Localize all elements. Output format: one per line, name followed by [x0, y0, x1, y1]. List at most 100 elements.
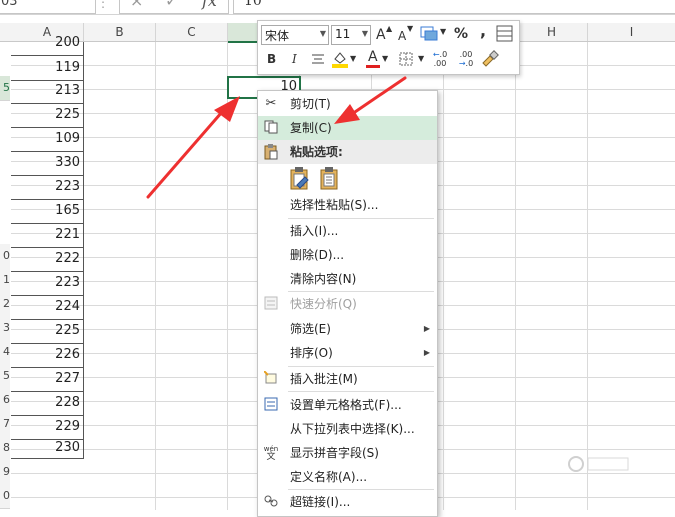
table-row[interactable]: 225 [11, 103, 83, 128]
row-number[interactable]: 9 [0, 460, 10, 485]
menu-item-pick-from-list[interactable]: 从下拉列表中选择(K)... [258, 417, 437, 441]
borders-icon[interactable] [398, 51, 414, 67]
bold-button[interactable]: B [267, 52, 276, 66]
table-row[interactable]: 222 [11, 247, 83, 272]
grow-font-button[interactable]: A [376, 27, 386, 43]
menu-item-quick-analysis: 快速分析(Q) [258, 292, 437, 316]
table-row[interactable]: 225 [11, 319, 83, 344]
paste-icon [263, 144, 279, 160]
menu-item-paste-special[interactable]: 选择性粘贴(S)... [258, 193, 437, 217]
table-row[interactable]: 228 [11, 391, 83, 416]
row-number[interactable]: 2 [0, 292, 10, 317]
menu-item-label: 插入(I)... [290, 224, 339, 238]
table-row[interactable]: 223 [11, 271, 83, 296]
paste-formatting-icon[interactable] [289, 167, 309, 190]
decrease-decimal-button[interactable]: .00 →.0 [456, 50, 476, 68]
format-painter-icon[interactable] [480, 49, 500, 69]
italic-button[interactable]: I [292, 52, 297, 66]
table-row[interactable]: 224 [11, 295, 83, 320]
font-color-icon[interactable]: A [366, 49, 380, 69]
enter-icon[interactable]: ✓ [165, 0, 178, 10]
column-header-b[interactable]: B [84, 23, 156, 41]
name-box[interactable]: 03 [0, 0, 96, 14]
column-header-i[interactable]: I [588, 23, 675, 41]
cell-value: 225 [55, 107, 80, 122]
percent-style-button[interactable]: % [454, 26, 468, 42]
menu-item-define-name[interactable]: 定义名称(A)... [258, 465, 437, 489]
insert-function-icon[interactable]: fx [202, 0, 217, 10]
row-number[interactable]: 5 [0, 76, 10, 101]
formula-bar: 03 : × ✓ fx 10 [0, 0, 675, 15]
cell-value: 223 [55, 179, 80, 194]
decrease-decimal-top: .00 [459, 50, 473, 59]
comma-style-button[interactable]: , [480, 21, 486, 40]
menu-item-filter[interactable]: 筛选(E) ▶ [258, 317, 437, 341]
table-row[interactable]: 213 [11, 79, 83, 104]
table-row[interactable]: 200 [11, 31, 83, 56]
table-row[interactable]: 230 [11, 439, 83, 457]
paste-values-icon[interactable] [319, 167, 339, 190]
row-number[interactable]: 0 [0, 484, 10, 509]
font-name-select[interactable]: 宋体 ▼ [261, 25, 329, 45]
table-row[interactable]: 221 [11, 223, 83, 248]
row-number[interactable]: 5 [0, 364, 10, 389]
menu-item-cut[interactable]: ✂ 剪切(T) [258, 92, 437, 116]
cell-value: 119 [55, 60, 80, 75]
table-row[interactable]: 229 [11, 415, 83, 440]
chevron-down-icon[interactable]: ▼ [382, 54, 388, 63]
number-format-icon[interactable] [420, 25, 438, 41]
menu-item-label: 插入批注(M) [290, 372, 358, 386]
row-number[interactable]: 7 [0, 412, 10, 437]
font-size-value: 11 [335, 27, 351, 41]
menu-item-format-cells[interactable]: 设置单元格格式(F)... [258, 393, 437, 417]
column-header-h[interactable]: H [516, 23, 588, 41]
cell-value: 227 [55, 371, 80, 386]
cell-value: 229 [55, 419, 80, 434]
format-cells-icon [263, 397, 279, 413]
copy-icon [263, 120, 279, 136]
menu-item-label: 清除内容(N) [290, 272, 357, 286]
chevron-down-icon[interactable]: ▼ [350, 54, 356, 63]
menu-item-show-phonetic[interactable]: wén 文 显示拼音字段(S) [258, 441, 437, 465]
cancel-icon[interactable]: × [130, 0, 143, 10]
chevron-down-icon[interactable]: ▼ [418, 54, 424, 63]
table-row[interactable]: 109 [11, 127, 83, 152]
table-row[interactable]: 330 [11, 151, 83, 176]
menu-item-delete[interactable]: 删除(D)... [258, 243, 437, 267]
row-number[interactable]: 6 [0, 388, 10, 413]
phonetic-icon: wén 文 [263, 445, 279, 462]
formula-input[interactable]: 10 [233, 0, 675, 14]
menu-item-paste-options: 粘贴选项: [258, 140, 437, 164]
table-row[interactable]: 119 [11, 55, 83, 81]
menu-item-insert[interactable]: 插入(I)... [258, 219, 437, 243]
cell-value: 225 [55, 323, 80, 338]
menu-item-label: 粘贴选项: [290, 145, 343, 159]
fill-color-icon[interactable] [331, 49, 349, 69]
row-number[interactable]: 4 [0, 340, 10, 365]
menu-item-label: 复制(C) [290, 121, 332, 135]
cell-value: 109 [55, 131, 80, 146]
menu-item-sort[interactable]: 排序(O) ▶ [258, 341, 437, 365]
menu-item-insert-comment[interactable]: 插入批注(M) [258, 367, 437, 391]
row-number[interactable]: 0 [0, 244, 10, 269]
formula-input-value: 10 [244, 0, 262, 9]
increase-decimal-button[interactable]: ←.0.00 [430, 50, 450, 68]
chevron-down-icon: ▼ [361, 29, 368, 38]
menu-item-label: 剪切(T) [290, 97, 331, 111]
align-center-icon[interactable] [310, 52, 326, 66]
column-header-c[interactable]: C [156, 23, 228, 41]
font-size-select[interactable]: 11 ▼ [331, 25, 371, 45]
table-row[interactable]: 223 [11, 175, 83, 200]
menu-item-clear-contents[interactable]: 清除内容(N) [258, 267, 437, 291]
table-row[interactable]: 165 [11, 199, 83, 224]
table-row[interactable]: 226 [11, 343, 83, 368]
menu-item-copy[interactable]: 复制(C) [258, 116, 437, 140]
row-number[interactable]: 3 [0, 316, 10, 341]
row-number[interactable]: 8 [0, 436, 10, 461]
row-number[interactable]: 1 [0, 268, 10, 293]
format-painter-table-icon[interactable] [496, 25, 513, 42]
shrink-font-button[interactable]: A [398, 29, 406, 43]
chevron-down-icon[interactable]: ▼ [440, 27, 446, 36]
table-row[interactable]: 227 [11, 367, 83, 392]
menu-item-hyperlink[interactable]: 超链接(I)... [258, 490, 437, 514]
